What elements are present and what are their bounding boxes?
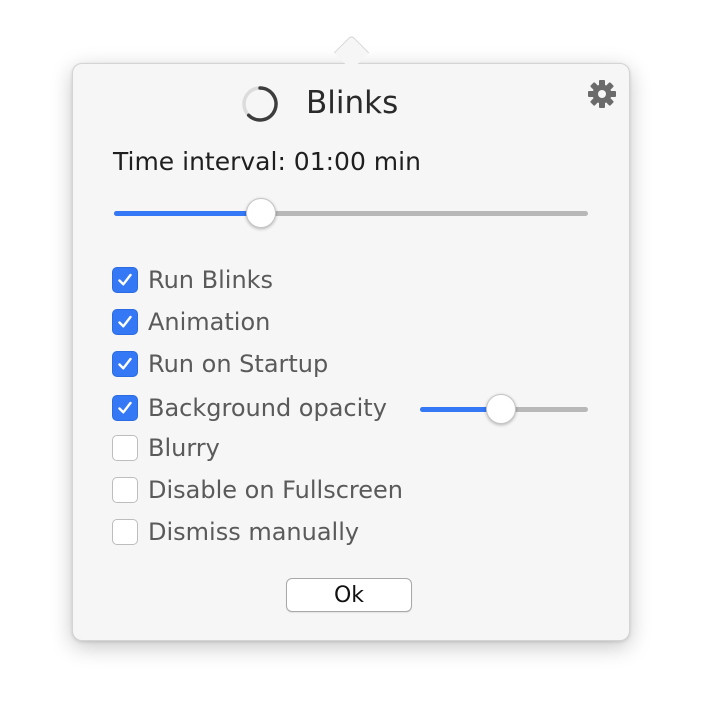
progress-ring-icon xyxy=(242,86,278,122)
checkbox-label: Blurry xyxy=(148,434,220,462)
checkbox-checked[interactable] xyxy=(112,351,138,377)
popover-arrow-join xyxy=(330,64,372,78)
checkbox-label: Animation xyxy=(148,308,271,336)
checkbox-unchecked[interactable] xyxy=(112,435,138,461)
slider-thumb[interactable] xyxy=(485,394,516,424)
checkmark-icon xyxy=(118,357,132,370)
slider-fill xyxy=(114,211,261,216)
checkbox-checked[interactable] xyxy=(112,309,138,335)
checkbox-run-on-startup[interactable]: Run on Startup xyxy=(112,349,328,379)
checkbox-checked[interactable] xyxy=(112,395,138,421)
checkmark-icon xyxy=(118,273,132,286)
time-interval-slider[interactable] xyxy=(114,198,588,228)
checkbox-unchecked[interactable] xyxy=(112,477,138,503)
gear-icon[interactable] xyxy=(586,78,618,110)
checkmark-icon xyxy=(118,315,132,328)
checkbox-checked[interactable] xyxy=(112,267,138,293)
background-opacity-slider[interactable] xyxy=(420,394,588,424)
ok-button[interactable]: Ok xyxy=(286,578,412,612)
time-interval-label: Time interval: 01:00 min xyxy=(113,147,421,176)
slider-thumb[interactable] xyxy=(245,198,276,228)
checkmark-icon xyxy=(118,401,132,414)
checkbox-label: Background opacity xyxy=(148,394,387,422)
checkbox-label: Dismiss manually xyxy=(148,518,360,546)
checkbox-background-opacity[interactable]: Background opacity xyxy=(112,393,387,423)
app-title: Blinks xyxy=(306,85,399,121)
checkbox-run-blinks[interactable]: Run Blinks xyxy=(112,265,273,295)
checkbox-dismiss-manually[interactable]: Dismiss manually xyxy=(112,517,359,547)
checkbox-blurry[interactable]: Blurry xyxy=(112,433,220,463)
checkbox-label: Run Blinks xyxy=(148,266,274,294)
checkbox-label: Disable on Fullscreen xyxy=(148,476,403,504)
checkbox-label: Run on Startup xyxy=(148,350,329,378)
checkbox-disable-on-fullscreen[interactable]: Disable on Fullscreen xyxy=(112,475,403,505)
checkbox-unchecked[interactable] xyxy=(112,519,138,545)
checkbox-animation[interactable]: Animation xyxy=(112,307,270,337)
